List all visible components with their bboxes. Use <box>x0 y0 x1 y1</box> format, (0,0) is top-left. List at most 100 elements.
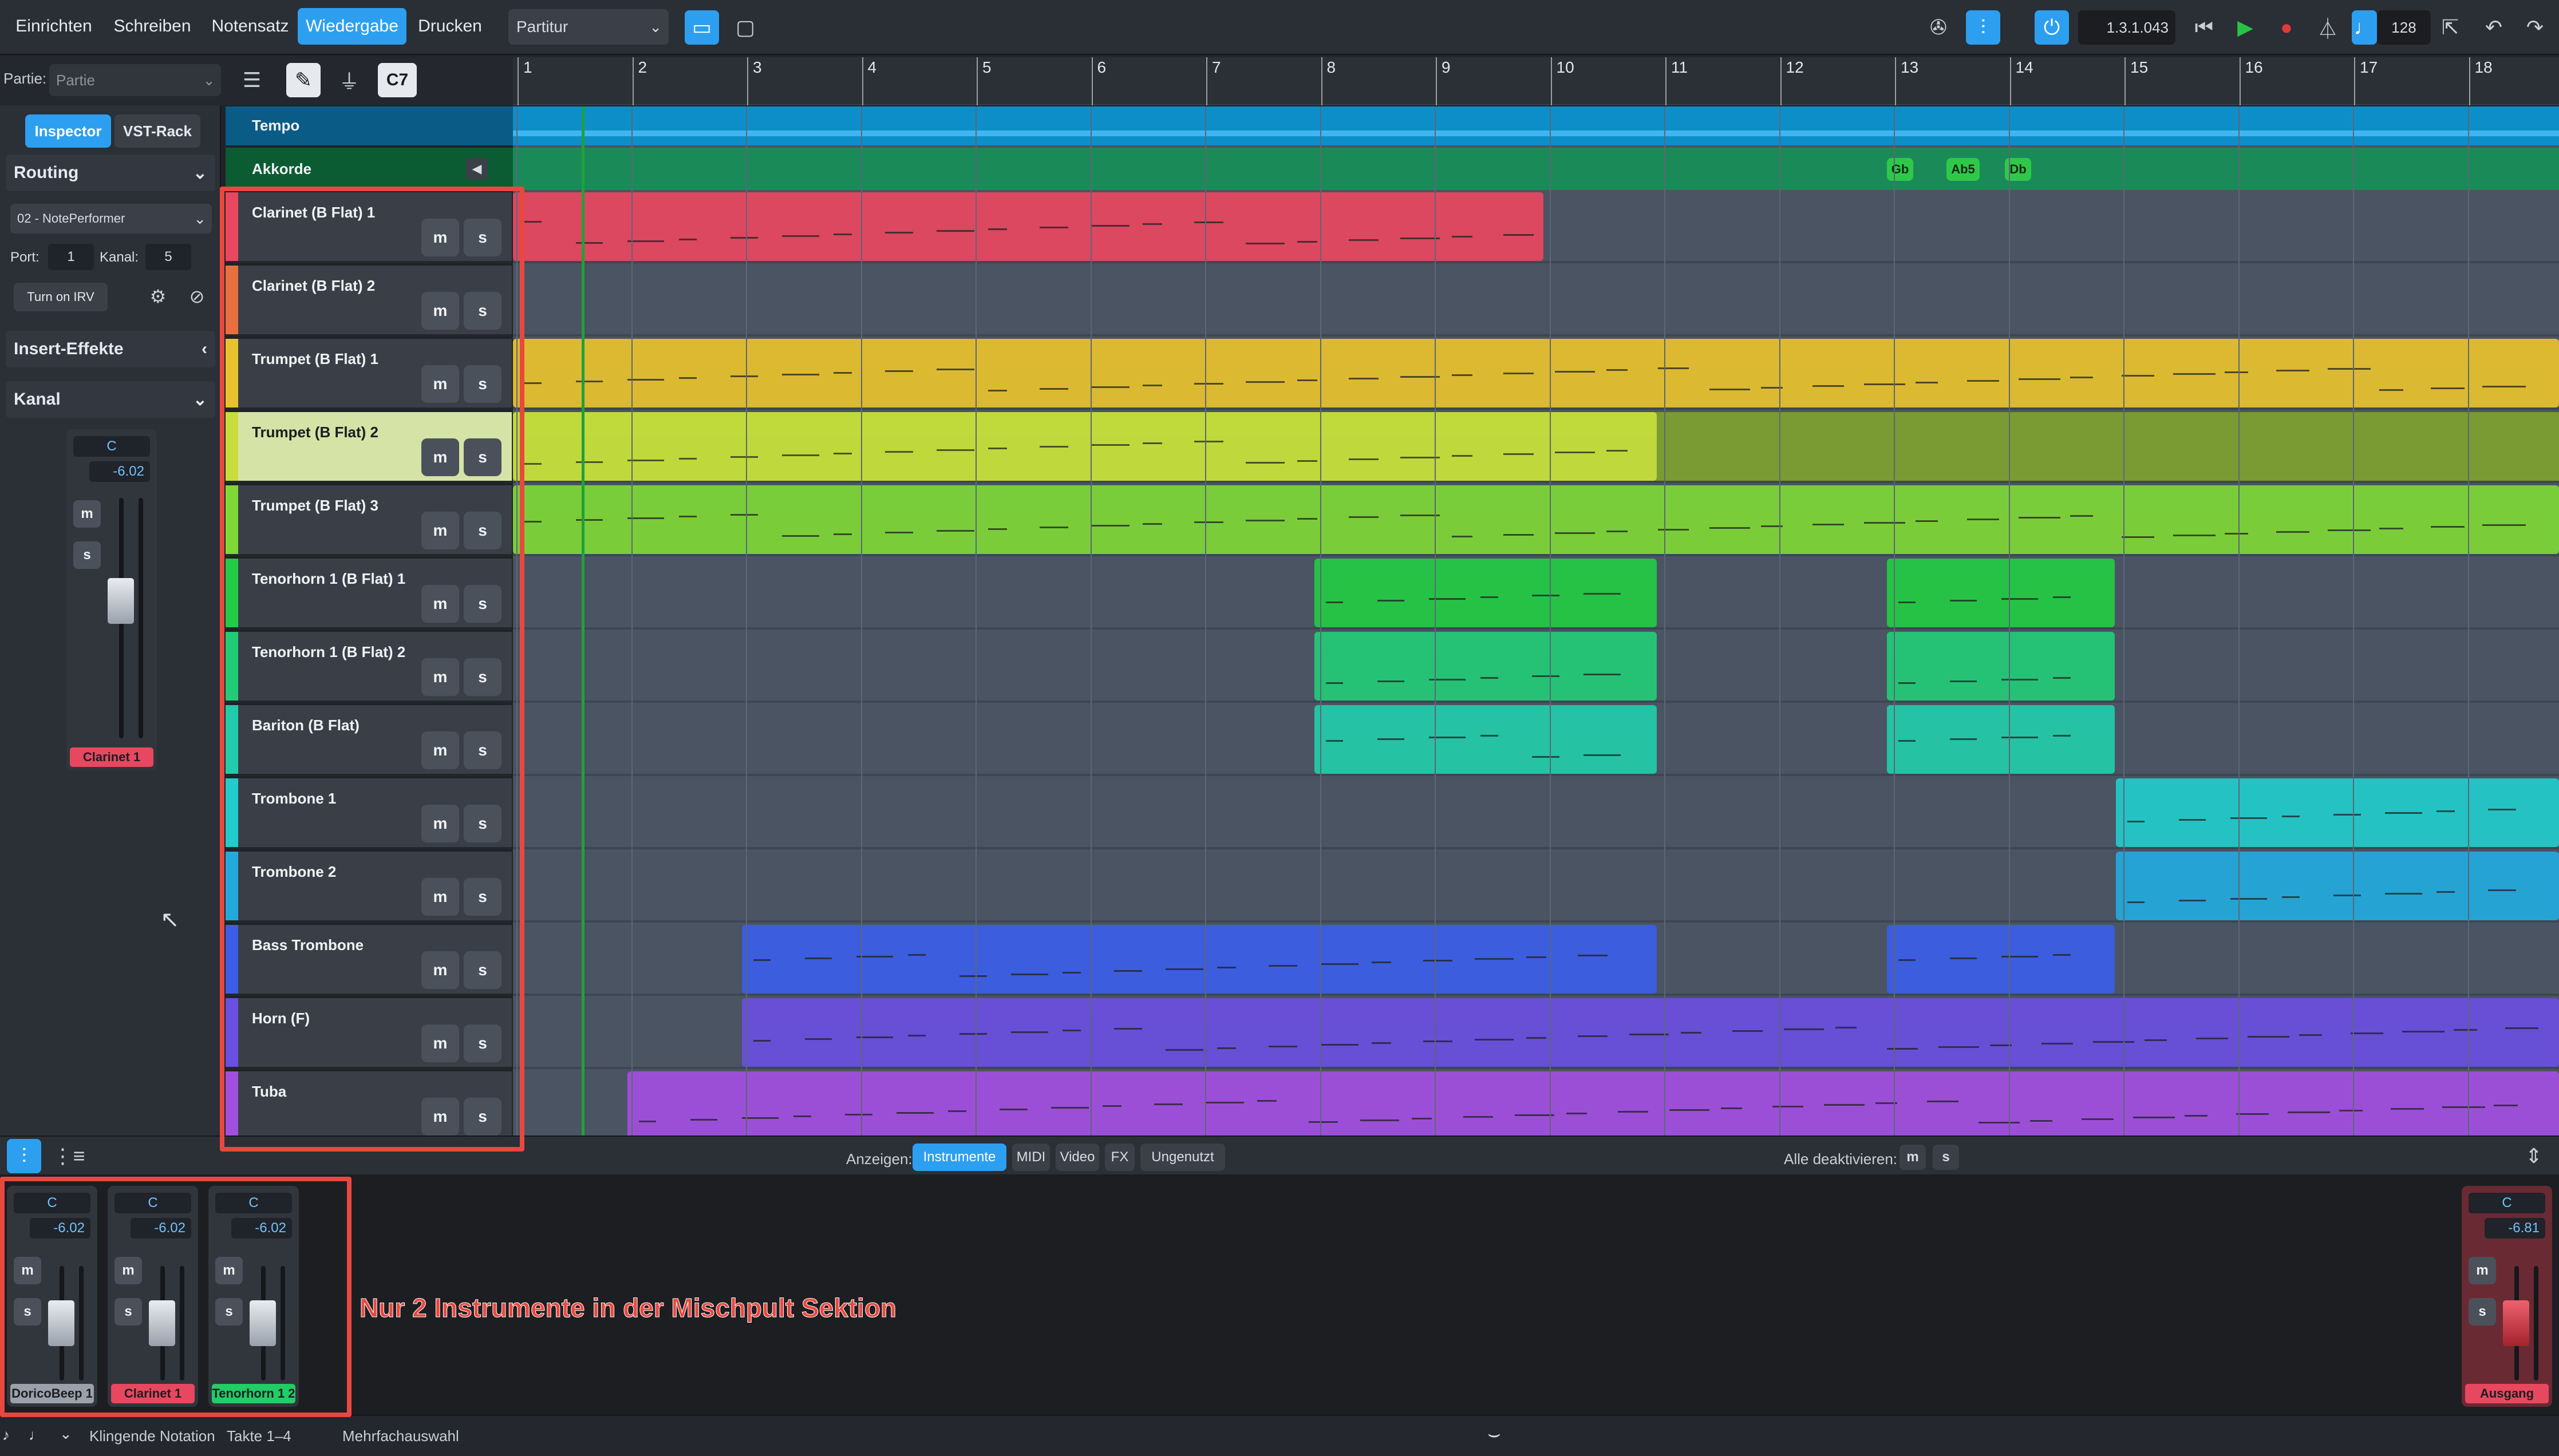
midi-note[interactable] <box>1091 225 1130 227</box>
midi-note[interactable] <box>856 1036 893 1038</box>
midi-note[interactable] <box>1480 596 1498 598</box>
midi-note[interactable] <box>908 954 926 956</box>
midi-note[interactable] <box>1040 388 1068 390</box>
midi-note[interactable] <box>2133 1117 2175 1118</box>
chord-track-header[interactable]: Akkorde ◀ <box>226 148 513 190</box>
midi-note[interactable] <box>1916 382 1938 383</box>
midi-note[interactable] <box>679 458 697 460</box>
midi-note[interactable] <box>1606 450 1628 452</box>
partie-select[interactable]: Partie ⌄ <box>49 64 221 96</box>
midi-note[interactable] <box>1950 600 1977 602</box>
midi-note[interactable] <box>2082 1118 2114 1120</box>
midi-note[interactable] <box>2070 377 2093 378</box>
midi-note[interactable] <box>679 239 697 240</box>
midi-note[interactable] <box>2122 536 2154 538</box>
midi-region[interactable] <box>1887 925 2115 994</box>
midi-note[interactable] <box>1532 756 1559 758</box>
midi-note[interactable] <box>1091 444 1130 446</box>
midi-note[interactable] <box>576 381 603 382</box>
midi-note[interactable] <box>1938 1046 1979 1048</box>
tab-inspector[interactable]: Inspector <box>25 114 111 148</box>
instrument-lane[interactable] <box>513 852 2559 923</box>
volume-readout[interactable]: -6.02 <box>89 461 150 482</box>
midi-note[interactable] <box>1463 1116 1493 1118</box>
midi-note[interactable] <box>1114 970 1142 972</box>
midi-note[interactable] <box>1835 1027 1857 1028</box>
deactivate-solo-button[interactable]: s <box>1933 1145 1959 1170</box>
midi-note[interactable] <box>1400 376 1440 378</box>
layout-select[interactable]: Partitur ⌄ <box>508 9 669 45</box>
midi-note[interactable] <box>1194 441 1223 442</box>
mode-einrichten[interactable]: Einrichten <box>8 8 100 45</box>
midi-note[interactable] <box>1950 738 1977 740</box>
tab-vst-rack[interactable]: VST-Rack <box>114 114 200 148</box>
midi-note[interactable] <box>1309 1121 1338 1123</box>
midi-region[interactable] <box>513 485 2559 554</box>
mute-button[interactable]: m <box>73 500 101 528</box>
midi-note[interactable] <box>988 448 1007 449</box>
midi-note[interactable] <box>845 1114 872 1115</box>
midi-note[interactable] <box>885 451 913 453</box>
midi-note[interactable] <box>1578 955 1608 956</box>
instrument-lane[interactable] <box>513 778 2559 849</box>
midi-note[interactable] <box>1629 1034 1669 1035</box>
midi-note[interactable] <box>1297 241 1317 243</box>
midi-note[interactable] <box>1372 1042 1391 1044</box>
midi-note[interactable] <box>1503 373 1534 374</box>
midi-note[interactable] <box>1772 1106 1803 1107</box>
midi-note[interactable] <box>2328 368 2371 370</box>
midi-note[interactable] <box>730 237 758 239</box>
midi-note[interactable] <box>1503 234 1534 236</box>
midi-region[interactable] <box>513 339 2559 407</box>
midi-note[interactable] <box>2482 386 2526 387</box>
midi-note[interactable] <box>1475 1039 1514 1040</box>
mode-notensatz[interactable]: Notensatz <box>205 8 295 45</box>
pencil-icon[interactable]: ✎ <box>286 63 321 97</box>
midi-note[interactable] <box>1377 680 1404 682</box>
midi-note[interactable] <box>2276 370 2309 371</box>
midi-note[interactable] <box>1246 520 1285 521</box>
midi-note[interactable] <box>2328 529 2371 531</box>
midi-region[interactable] <box>2116 778 2559 847</box>
pan-control[interactable]: C <box>2469 1193 2545 1213</box>
midi-note[interactable] <box>937 369 974 370</box>
midi-note[interactable] <box>1606 531 1628 532</box>
midi-note[interactable] <box>1812 524 1844 525</box>
gear-icon[interactable]: ⚙ <box>142 280 174 312</box>
midi-note[interactable] <box>1349 378 1379 379</box>
midi-note[interactable] <box>1269 965 1297 967</box>
midi-note[interactable] <box>2070 515 2093 517</box>
midi-note[interactable] <box>1555 371 1595 373</box>
routing-section-header[interactable]: Routing ⌄ <box>6 155 215 191</box>
midi-note[interactable] <box>2488 889 2516 891</box>
port-stepper[interactable]: 1 <box>48 244 94 270</box>
tempo-note-icon[interactable]: ♩ <box>2352 10 2377 45</box>
midi-note[interactable] <box>1377 738 1404 740</box>
tempo-track-header[interactable]: Tempo <box>226 106 513 145</box>
midi-note[interactable] <box>1927 1101 1958 1102</box>
midi-region[interactable] <box>627 1071 2559 1135</box>
mode-wiedergabe[interactable]: Wiedergabe <box>298 8 406 45</box>
midi-note[interactable] <box>2145 1039 2167 1041</box>
midi-note[interactable] <box>1950 958 1977 959</box>
midi-note[interactable] <box>2351 1032 2383 1034</box>
chord-symbol[interactable]: Ab5 <box>1946 158 1980 181</box>
midi-note[interactable] <box>524 521 542 523</box>
midi-note[interactable] <box>1887 1048 1918 1050</box>
midi-note[interactable] <box>2436 891 2455 893</box>
midi-note[interactable] <box>805 958 832 959</box>
midi-note[interactable] <box>1297 460 1317 462</box>
midi-region[interactable] <box>1887 705 2115 774</box>
midi-note[interactable] <box>1578 1035 1608 1037</box>
midi-note[interactable] <box>679 377 697 379</box>
midi-note[interactable] <box>1000 1109 1028 1110</box>
deactivate-mute-button[interactable]: m <box>1899 1145 1926 1170</box>
midi-note[interactable] <box>2019 378 2060 380</box>
midi-note[interactable] <box>730 375 758 377</box>
midi-note[interactable] <box>1967 380 1999 382</box>
midi-note[interactable] <box>1051 1107 1089 1109</box>
midi-note[interactable] <box>1606 369 1628 371</box>
midi-note[interactable] <box>2379 389 2403 391</box>
midi-note[interactable] <box>639 1121 656 1122</box>
midi-note[interactable] <box>1091 386 1130 388</box>
